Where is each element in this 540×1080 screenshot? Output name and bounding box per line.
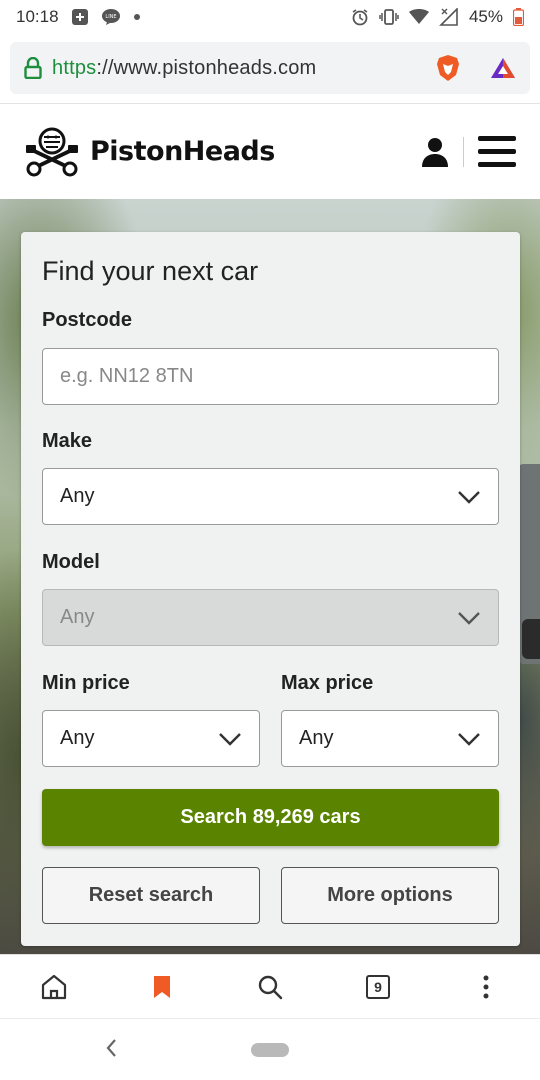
model-select[interactable]: Any <box>42 589 499 646</box>
dot-icon <box>133 13 141 21</box>
plus-square-icon <box>71 8 89 26</box>
make-label: Make <box>42 430 93 452</box>
lock-icon <box>24 57 42 79</box>
browser-bottom-toolbar: 9 <box>0 954 540 1018</box>
max-price-value: Any <box>299 727 334 749</box>
wifi-icon <box>408 9 429 25</box>
tabs-button[interactable]: 9 <box>348 957 408 1017</box>
home-icon <box>40 974 68 1000</box>
brave-shield-icon[interactable] <box>436 54 460 82</box>
url-domain: ://www.pistonheads.com <box>96 56 317 79</box>
make-value: Any <box>60 485 95 507</box>
status-bar: 10:18 LINE 45% <box>0 0 540 34</box>
postcode-label: Postcode <box>42 309 133 331</box>
form-title: Find your next car <box>42 256 259 286</box>
chevron-down-icon <box>457 732 481 746</box>
url-bar[interactable]: https://www.pistonheads.com <box>10 42 530 94</box>
url-text[interactable]: https://www.pistonheads.com <box>52 57 316 80</box>
battery-icon <box>513 8 524 26</box>
make-select[interactable]: Any <box>42 468 499 525</box>
model-label: Model <box>42 551 100 573</box>
chevron-down-icon <box>218 732 242 746</box>
max-price-label: Max price <box>281 672 374 694</box>
url-scheme: https <box>52 56 97 79</box>
brave-rewards-icon[interactable] <box>490 56 516 80</box>
home-pill[interactable] <box>251 1043 289 1057</box>
chevron-down-icon <box>457 611 481 625</box>
battery-percent: 45% <box>468 7 503 26</box>
browser-toolbar: https://www.pistonheads.com <box>0 34 540 104</box>
back-chevron-icon[interactable] <box>104 1037 118 1059</box>
more-options-button[interactable]: More options <box>281 867 499 924</box>
min-price-select[interactable]: Any <box>42 710 260 767</box>
chevron-down-icon <box>457 490 481 504</box>
search-form-card: Find your next car Postcode e.g. NN12 8T… <box>21 232 520 946</box>
status-time: 10:18 <box>16 7 59 26</box>
site-logo[interactable]: PistonHeads <box>24 125 275 179</box>
line-chat-icon: LINE <box>101 8 121 26</box>
site-header: PistonHeads <box>0 104 540 199</box>
header-divider <box>463 136 464 167</box>
tab-count: 9 <box>366 974 390 999</box>
reset-search-button[interactable]: Reset search <box>42 867 260 924</box>
postcode-input[interactable]: e.g. NN12 8TN <box>42 348 499 405</box>
pistonheads-logo-icon <box>24 125 80 179</box>
signal-icon <box>439 8 459 26</box>
bookmark-icon <box>153 975 171 999</box>
postcode-placeholder: e.g. NN12 8TN <box>60 365 194 387</box>
model-value: Any <box>60 606 95 628</box>
hamburger-menu-icon[interactable] <box>478 135 516 169</box>
search-button[interactable] <box>240 957 300 1017</box>
more-vert-icon <box>483 975 489 999</box>
svg-text:LINE: LINE <box>105 14 116 20</box>
search-cars-button[interactable]: Search 89,269 cars <box>42 789 499 846</box>
vibrate-icon <box>379 8 399 26</box>
home-button[interactable] <box>24 957 84 1017</box>
system-nav-bar <box>0 1018 540 1080</box>
max-price-select[interactable]: Any <box>281 710 499 767</box>
alarm-icon <box>351 8 369 26</box>
min-price-value: Any <box>60 727 95 749</box>
hero-car-wheel <box>522 619 540 659</box>
overflow-menu-button[interactable] <box>456 957 516 1017</box>
min-price-label: Min price <box>42 672 130 694</box>
logo-text: PistonHeads <box>90 136 275 167</box>
search-icon <box>257 974 283 1000</box>
bookmarks-button[interactable] <box>132 957 192 1017</box>
account-icon[interactable] <box>421 137 449 167</box>
